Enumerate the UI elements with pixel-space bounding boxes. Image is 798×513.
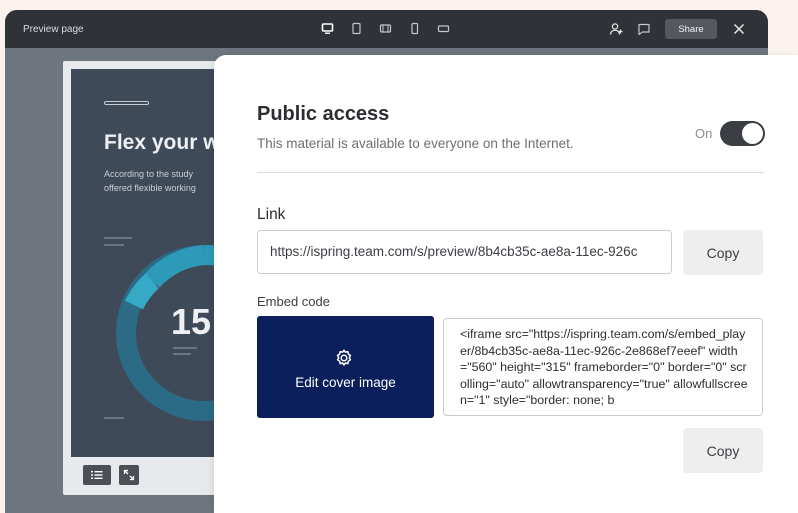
phone-portrait-icon[interactable] xyxy=(408,22,421,35)
slide-line xyxy=(173,347,197,349)
slide-line xyxy=(104,417,124,419)
copy-link-button[interactable]: Copy xyxy=(683,230,763,275)
title-bar: Preview page Share xyxy=(5,10,768,48)
section-divider xyxy=(257,172,764,173)
slide-line xyxy=(173,353,191,355)
comment-icon[interactable] xyxy=(637,22,651,36)
slide-toolbar xyxy=(83,465,139,485)
share-panel: Public access This material is available… xyxy=(214,55,798,513)
slide-subtitle-line-1: According to the study xyxy=(104,169,194,179)
edit-cover-image-button[interactable]: Edit cover image xyxy=(257,316,434,418)
slide-big-number: 15 xyxy=(171,301,212,342)
tablet-landscape-icon[interactable] xyxy=(379,22,392,35)
gear-icon xyxy=(336,349,352,366)
link-field[interactable]: https://ispring.team.com/s/preview/8b4cb… xyxy=(257,230,672,274)
window-title: Preview page xyxy=(23,24,84,35)
fullscreen-icon[interactable] xyxy=(119,465,139,485)
add-user-icon[interactable] xyxy=(609,22,623,36)
public-access-toggle[interactable] xyxy=(720,121,765,146)
copy-embed-button[interactable]: Copy xyxy=(683,428,763,473)
outline-list-icon[interactable] xyxy=(83,465,111,485)
toggle-state-label: On xyxy=(695,126,713,141)
toggle-knob xyxy=(742,123,763,144)
desktop-icon[interactable] xyxy=(321,22,334,35)
phone-landscape-icon[interactable] xyxy=(437,22,450,35)
embed-code-field[interactable]: <iframe src="https://ispring.team.com/s/… xyxy=(443,318,763,416)
slide-subtitle: According to the study offered flexible … xyxy=(104,167,196,195)
tablet-portrait-icon[interactable] xyxy=(350,22,363,35)
slide-decoration-bar xyxy=(104,101,149,105)
slide-heading: Flex your w xyxy=(104,131,220,154)
slide-subtitle-line-2: offered flexible working xyxy=(104,183,196,193)
device-switcher xyxy=(321,22,450,35)
edit-cover-image-label: Edit cover image xyxy=(295,375,396,390)
embed-code-label: Embed code xyxy=(257,294,330,309)
close-icon[interactable] xyxy=(732,22,746,36)
share-button[interactable]: Share xyxy=(665,19,717,39)
public-access-title: Public access xyxy=(257,103,390,125)
link-label: Link xyxy=(257,206,286,223)
public-access-description: This material is available to everyone o… xyxy=(257,136,574,151)
